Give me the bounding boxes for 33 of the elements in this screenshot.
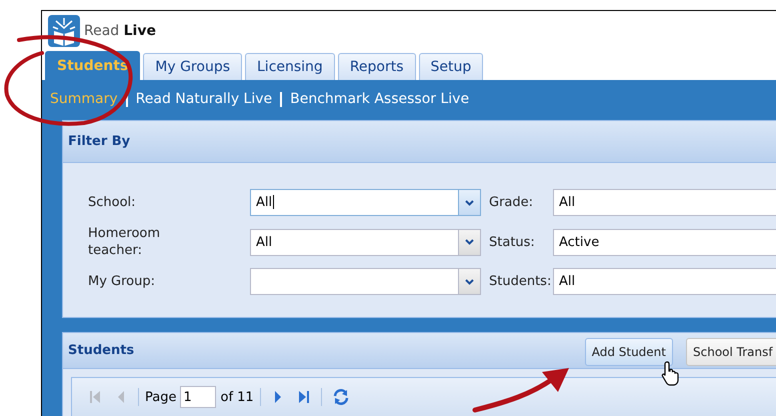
field-label: Grade: — [488, 194, 534, 211]
chevron-down-icon — [465, 200, 474, 206]
field-label: Status: — [488, 234, 536, 250]
page-number-field[interactable]: 1 — [180, 386, 216, 408]
toolbar-button[interactable]: Add Student — [584, 338, 673, 366]
app-title: Read Live — [84, 23, 156, 39]
dropdown-button[interactable] — [458, 230, 480, 254]
tab[interactable]: My Groups — [143, 53, 242, 80]
chevron-down-icon — [465, 239, 474, 245]
dropdown-button[interactable] — [458, 269, 480, 294]
dropdown-button[interactable] — [458, 190, 480, 215]
dropdown-field[interactable]: All — [250, 189, 481, 216]
panel-title: Students — [68, 343, 134, 358]
dropdown-field[interactable]: All — [553, 189, 776, 216]
tab[interactable]: Licensing — [245, 53, 335, 80]
nav-link[interactable]: Benchmark Assessor Live — [290, 91, 470, 107]
panel-title: Filter By — [68, 134, 130, 149]
nav-link[interactable]: Read Naturally Live — [136, 91, 272, 107]
dropdown-field[interactable]: All — [553, 268, 776, 295]
dropdown-field[interactable] — [250, 268, 481, 295]
dropdown-field[interactable]: Active — [553, 228, 776, 256]
field-label: Homeroom teacher: — [88, 225, 162, 259]
dropdown-field[interactable]: All — [250, 228, 481, 256]
field-label: Students: — [488, 273, 552, 290]
page-label: Page — [145, 390, 176, 404]
hand-cursor-icon — [661, 361, 681, 387]
page-count: of 11 — [220, 390, 254, 404]
chevron-down-icon — [465, 278, 474, 284]
toolbar-button[interactable]: School Transf — [686, 338, 776, 366]
field-label: My Group: — [88, 273, 156, 290]
tab[interactable]: Reports — [338, 53, 416, 80]
tab[interactable]: Setup — [418, 53, 484, 80]
field-label: School: — [88, 194, 137, 211]
